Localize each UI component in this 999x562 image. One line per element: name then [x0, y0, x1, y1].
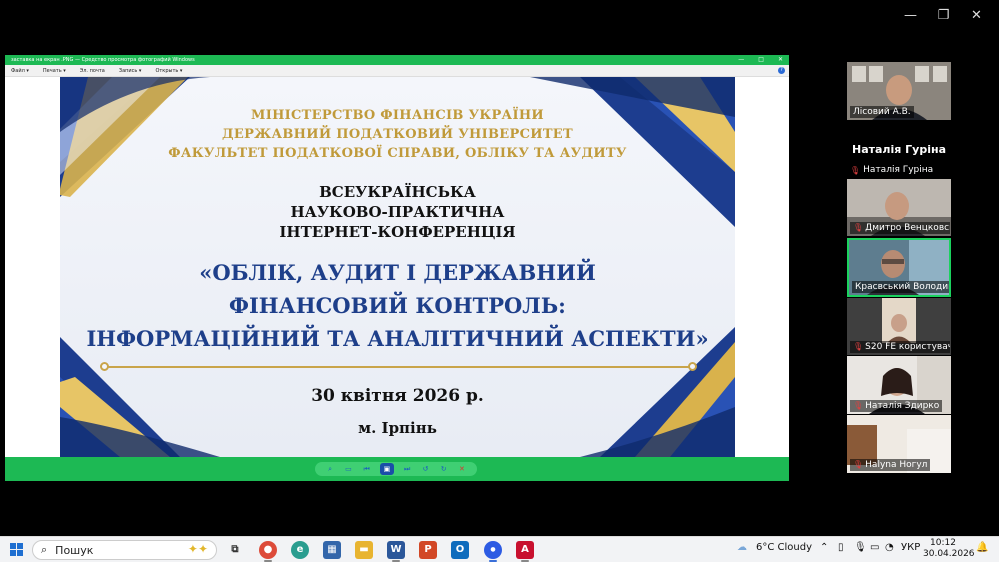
faculty-line: ФАКУЛЬТЕТ ПОДАТКОВОЇ СПРАВИ, ОБЛІКУ ТА А… [168, 146, 627, 161]
language-indicator[interactable]: УКР [901, 542, 920, 553]
conference-place: м. Ірпінь [358, 419, 437, 437]
viewer-maximize-button[interactable]: □ [758, 55, 764, 65]
restore-button[interactable]: ❐ [927, 6, 960, 26]
cloud-icon: ☁ [737, 542, 747, 553]
shared-screen: заставка на екран .PNG — Средство просмо… [5, 55, 789, 481]
minimize-button[interactable]: — [894, 6, 927, 26]
acrobat-icon[interactable]: A [516, 541, 534, 559]
viewer-bottom-bar: ⌕ ▭ ⏮ ▣ ⏭ ↺ ↻ ✕ [5, 457, 789, 481]
notification-icon[interactable]: 🔔 [976, 542, 988, 553]
participant-name: 🎙 Наталія Здирко [850, 400, 943, 412]
word-icon[interactable]: W [387, 541, 405, 559]
battery-icon[interactable]: ▭ [870, 542, 879, 553]
participant-name: 🎙Дмитро Венцковський [850, 222, 950, 234]
participant-audio-row: 🎙 Наталія Гуріна [850, 165, 934, 175]
viewer-minimize-button[interactable]: — [738, 55, 744, 65]
device-icon[interactable]: ▯ [838, 542, 844, 553]
zoom-meeting-icon[interactable]: ● [484, 541, 502, 559]
taskbar-search[interactable]: ⌕ Пошук ✦✦ [32, 540, 217, 560]
menu-open[interactable]: Открыть ▾ [155, 65, 182, 76]
viewer-toolbar: ⌕ ▭ ⏮ ▣ ⏭ ↺ ↻ ✕ [315, 462, 477, 476]
participant-tile[interactable]: 🎙Дмитро Венцковський [847, 179, 951, 236]
actual-size-icon[interactable]: ▭ [343, 465, 353, 473]
conference-slide: МІНІСТЕРСТВО ФІНАНСІВ УКРАЇНИ ДЕРЖАВНИЙ … [60, 77, 735, 457]
participant-name: 🎙 Halyna Hогул [850, 459, 931, 471]
file-explorer-icon[interactable]: ▬ [355, 541, 373, 559]
slideshow-icon[interactable]: ▣ [379, 463, 394, 475]
viewer-title: заставка на екран .PNG — Средство просмо… [11, 57, 195, 63]
screen: — ❐ ✕ заставка на екран .PNG — Средство … [0, 0, 999, 562]
clock-date[interactable]: 30.04.2026 [923, 549, 975, 559]
event-line-1: ВСЕУКРАЇНСЬКА [319, 183, 476, 201]
rotate-right-icon[interactable]: ↻ [439, 465, 449, 473]
viewer-title-bar: заставка на екран .PNG — Средство просмо… [5, 55, 789, 65]
chevron-up-icon[interactable]: ⌃ [820, 542, 828, 553]
topic-line-1: «ОБЛІК, АУДИТ І ДЕРЖАВНИЙ [199, 260, 596, 285]
microphone-icon[interactable]: 🎙 [854, 542, 867, 553]
participant-tile[interactable]: Лісовий А.В. [847, 62, 951, 120]
sparkle-icon: ✦✦ [187, 542, 208, 556]
university-line: ДЕРЖАВНИЙ ПОДАТКОВИЙ УНІВЕРСИТЕТ [222, 127, 573, 142]
viewer-menu-bar: Файл ▾ Печать ▾ Эл. почта Запись ▾ Откры… [5, 65, 789, 77]
start-button[interactable] [10, 543, 23, 556]
wifi-icon[interactable]: ◔ [885, 542, 894, 553]
powerpoint-icon[interactable]: P [419, 541, 437, 559]
store-icon[interactable]: ▦ [323, 541, 341, 559]
menu-print[interactable]: Печать ▾ [43, 65, 66, 76]
viewer-canvas: МІНІСТЕРСТВО ФІНАНСІВ УКРАЇНИ ДЕРЖАВНИЙ … [5, 77, 789, 457]
active-speaker-name: Наталія Гуріна [852, 143, 946, 156]
event-line-3: ІНТЕРНЕТ-КОНФЕРЕНЦІЯ [279, 223, 516, 241]
divider-dot-left [100, 362, 109, 371]
participant-tile[interactable]: 🎙 Наталія Здирко [847, 356, 951, 414]
search-icon: ⌕ [41, 543, 48, 556]
participant-name: Лісовий А.В. [850, 106, 914, 118]
rotate-left-icon[interactable]: ↺ [420, 465, 430, 473]
search-label: Пошук [55, 543, 94, 557]
topic-line-2: ФІНАНСОВИЙ КОНТРОЛЬ: [229, 293, 566, 318]
outlook-icon[interactable]: O [451, 541, 469, 559]
menu-email[interactable]: Эл. почта [80, 65, 105, 76]
participant-tile-active-speaker[interactable]: Красвський Володимир🎙 [847, 238, 951, 297]
zoom-icon[interactable]: ⌕ [325, 465, 335, 473]
mic-muted-icon: 🎙 [850, 165, 861, 175]
delete-icon[interactable]: ✕ [457, 465, 467, 473]
close-button[interactable]: ✕ [960, 6, 993, 26]
participant-name: Красвський Володимир🎙 [852, 281, 949, 293]
clock-time[interactable]: 10:12 [930, 538, 956, 548]
menu-burn[interactable]: Запись ▾ [119, 65, 142, 76]
menu-file[interactable]: Файл ▾ [11, 65, 29, 76]
viewer-close-button[interactable]: ✕ [778, 55, 783, 65]
window-controls: — ❐ ✕ [894, 6, 993, 26]
topic-line-3: ІНФОРМАЦІЙНИЙ ТА АНАЛІТИЧНИЙ АСПЕКТИ» [86, 326, 709, 351]
participant-tile[interactable]: 🎙 Halyna Hогул [847, 415, 951, 473]
conference-date: 30 квітня 2026 р. [311, 386, 484, 406]
participant-tile[interactable]: 🎙S20 FE користувача Те... [847, 298, 951, 355]
chrome-icon[interactable]: ● [259, 541, 277, 559]
participant-name: 🎙S20 FE користувача Те... [850, 341, 950, 353]
event-line-2: НАУКОВО-ПРАКТИЧНА [290, 203, 505, 221]
ministry-line: МІНІСТЕРСТВО ФІНАНСІВ УКРАЇНИ [251, 108, 544, 123]
task-view-icon[interactable]: ⧉ [226, 541, 244, 559]
divider-dot-right [688, 362, 697, 371]
previous-icon[interactable]: ⏮ [362, 465, 372, 473]
divider-line [104, 366, 694, 368]
edge-icon[interactable]: e [291, 541, 309, 559]
next-icon[interactable]: ⏭ [402, 465, 412, 473]
help-icon[interactable]: ? [778, 67, 785, 74]
taskbar: ⌕ Пошук ✦✦ ⧉ ● e ▦ ▬ W P O ● A ☁ 6°C Clo… [0, 536, 999, 562]
weather-text[interactable]: 6°C Cloudy [756, 542, 812, 553]
